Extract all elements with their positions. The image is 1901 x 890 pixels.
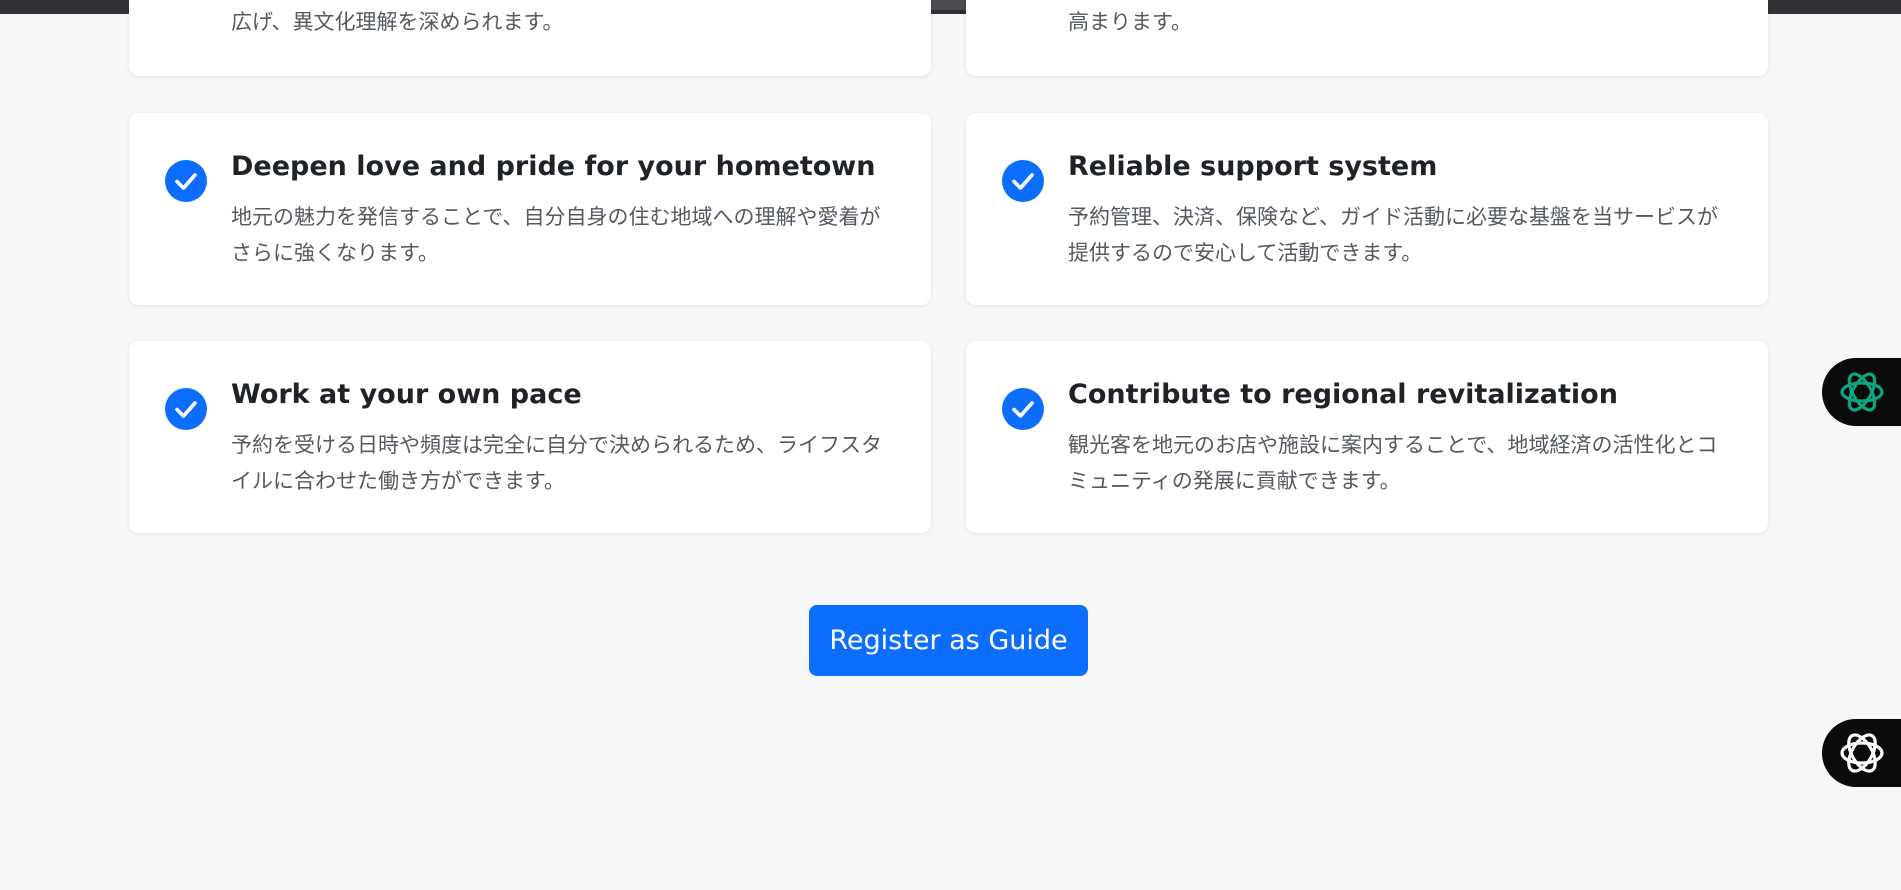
- benefit-card-pace: Work at your own pace 予約を受ける日時や頻度は完全に自分で…: [129, 341, 931, 533]
- benefit-title: Deepen love and pride for your hometown: [231, 151, 876, 182]
- openai-icon: [1840, 733, 1884, 773]
- benefit-card-partial-left: 広げ、異文化理解を深められます。: [129, 0, 931, 76]
- benefit-desc: 予約管理、決済、保険など、ガイド活動に必要な基盤を当サービスが提供するので安心し…: [1068, 205, 1718, 265]
- benefit-card-support: Reliable support system 予約管理、決済、保険など、ガイド…: [966, 113, 1768, 305]
- benefit-title: Contribute to regional revitalization: [1068, 379, 1618, 410]
- check-circle-icon: [1002, 388, 1044, 430]
- benefit-desc: 予約を受ける日時や頻度は完全に自分で決められるため、ライフスタイルに合わせた働き…: [231, 433, 882, 493]
- benefit-card-partial-right: 高まります。: [966, 0, 1768, 76]
- openai-widget-button[interactable]: [1822, 719, 1901, 787]
- benefit-desc: 観光客を地元のお店や施設に案内することで、地域経済の活性化とコミュニティの発展に…: [1068, 433, 1718, 493]
- benefit-title: Work at your own pace: [231, 379, 582, 410]
- check-circle-icon: [165, 388, 207, 430]
- benefit-card-hometown: Deepen love and pride for your hometown …: [129, 113, 931, 305]
- check-circle-icon: [1002, 160, 1044, 202]
- register-as-guide-button[interactable]: Register as Guide: [809, 605, 1088, 676]
- chatgpt-widget-button[interactable]: [1822, 358, 1901, 426]
- benefit-card-regional: Contribute to regional revitalization 観光…: [966, 341, 1768, 533]
- chatgpt-icon: [1840, 372, 1884, 412]
- benefit-title: Reliable support system: [1068, 151, 1438, 182]
- benefit-desc: 広げ、異文化理解を深められます。: [231, 10, 564, 34]
- benefit-desc: 地元の魅力を発信することで、自分自身の住む地域への理解や愛着がさらに強くなります…: [231, 205, 881, 265]
- check-circle-icon: [165, 160, 207, 202]
- benefit-desc: 高まります。: [1068, 10, 1192, 34]
